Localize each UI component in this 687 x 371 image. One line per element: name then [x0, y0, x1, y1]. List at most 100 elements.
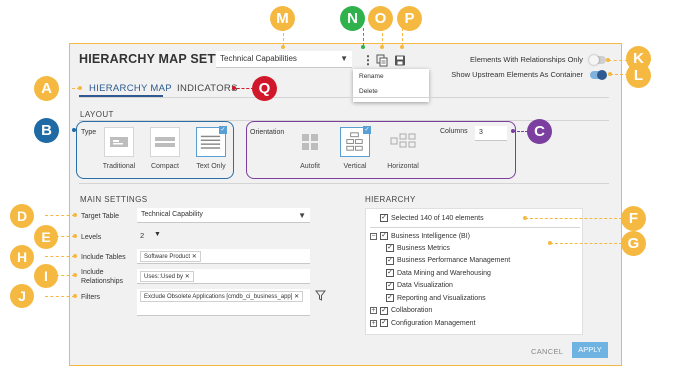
remove-chip-icon[interactable]: ✕	[192, 254, 197, 260]
tabs-divider	[79, 97, 609, 98]
node-checkbox[interactable]: ✓	[380, 319, 388, 327]
callout-anchor	[608, 72, 612, 76]
callout-connector	[550, 243, 622, 244]
include-relationships-input[interactable]: Uses::Used by ✕	[137, 269, 310, 284]
node-checkbox[interactable]: ✓	[386, 281, 394, 290]
node-checkbox[interactable]: ✓	[386, 269, 394, 277]
hierarchy-tree: ✓ Selected 140 of 140 elements − ✓ Busin…	[365, 208, 583, 335]
columns-input[interactable]: 3	[475, 126, 507, 141]
node-checkbox[interactable]: ✓	[386, 244, 394, 252]
tree-node[interactable]: ✓ Reporting and Visualizations	[386, 294, 486, 302]
tree-node[interactable]: ✓ Business Performance Management	[386, 256, 511, 265]
callout-connector	[45, 256, 75, 257]
callout-connector	[45, 215, 75, 216]
tree-node[interactable]: + ✓ Configuration Management	[370, 319, 475, 327]
levels-label: Levels	[81, 234, 102, 241]
include-relationships-label: Include Relationships	[81, 268, 133, 286]
filters-label: Filters	[81, 294, 101, 301]
tree-node[interactable]: − ✓ Business Intelligence (BI)	[370, 232, 470, 240]
config-select-value: Technical Capabilities	[220, 54, 297, 63]
callout-badge-d: D	[10, 204, 34, 228]
callout-badge-m: M	[270, 6, 295, 31]
show-upstream-label: Show Upstream Elements As Container	[451, 70, 583, 79]
tree-divider	[370, 227, 580, 228]
callout-badge-f: F	[621, 206, 646, 231]
callout-badge-e: E	[34, 225, 58, 249]
node-checkbox[interactable]: ✓	[380, 232, 388, 240]
layout-section-title: LAYOUT	[80, 110, 114, 119]
type-traditional-tile[interactable]	[104, 127, 134, 157]
node-checkbox[interactable]: ✓	[386, 294, 394, 302]
select-all-row[interactable]: ✓ Selected 140 of 140 elements	[380, 214, 484, 222]
apply-button[interactable]: APPLY	[572, 342, 608, 358]
chip-label: Software Product	[144, 254, 191, 260]
selected-check-icon: ✓	[219, 126, 227, 134]
tab-indicators[interactable]: INDICATORS	[177, 83, 238, 94]
callout-badge-j: J	[10, 284, 34, 308]
target-table-select[interactable]: Technical Capability ▼	[137, 208, 310, 223]
include-tables-input[interactable]: Software Product ✕	[137, 249, 310, 264]
orientation-autofit-tile[interactable]	[295, 127, 325, 157]
callout-anchor	[380, 45, 384, 49]
chevron-down-icon: ▼	[298, 211, 306, 220]
node-label: Reporting and Visualizations	[397, 294, 486, 302]
tree-node[interactable]: ✓ Business Metrics	[386, 244, 450, 252]
collapse-icon[interactable]: −	[370, 232, 377, 240]
callout-badge-l: L	[626, 63, 651, 88]
callout-badge-a: A	[34, 76, 59, 101]
toggle-knob	[597, 70, 607, 80]
node-label: Collaboration	[391, 307, 433, 314]
expand-icon[interactable]: +	[370, 319, 377, 327]
kebab-menu-button[interactable]: ⋮	[362, 53, 374, 67]
orientation-vertical-tile[interactable]: ✓	[340, 126, 371, 157]
filter-funnel-icon[interactable]	[315, 290, 326, 301]
target-table-value: Technical Capability	[141, 211, 203, 218]
columns-label: Columns	[440, 128, 468, 135]
autofit-grid-icon	[302, 134, 318, 150]
show-upstream-toggle[interactable]	[590, 70, 607, 80]
include-relationships-text: Include Relationships	[81, 269, 124, 285]
node-label: Business Performance Management	[397, 257, 511, 264]
type-text-only-tile[interactable]: ✓	[196, 126, 227, 157]
callout-anchor	[72, 128, 76, 132]
callout-anchor	[73, 273, 77, 277]
tree-node[interactable]: ✓ Data Mining and Warehousing	[386, 269, 491, 277]
orientation-horizontal-tile[interactable]	[388, 127, 418, 157]
callout-anchor	[511, 129, 515, 133]
node-checkbox[interactable]: ✓	[380, 306, 388, 315]
callout-badge-n: N	[340, 6, 365, 31]
type-text-only-label: Text Only	[196, 163, 226, 170]
main-settings-title: MAIN SETTINGS	[80, 195, 148, 204]
levels-select[interactable]: 2 ▼	[140, 231, 166, 244]
node-checkbox[interactable]: ✓	[386, 256, 394, 265]
relationships-only-toggle[interactable]	[589, 55, 606, 65]
copy-icon[interactable]	[376, 54, 388, 67]
callout-badge-h: H	[10, 245, 34, 269]
compact-layout-icon	[155, 137, 175, 147]
expand-icon[interactable]: +	[370, 307, 377, 314]
tab-hierarchy-map[interactable]: HIERARCHY MAP	[89, 83, 172, 94]
callout-connector	[608, 60, 628, 61]
type-compact-tile[interactable]	[150, 127, 180, 157]
cancel-button[interactable]: CANCEL	[531, 347, 563, 356]
callout-badge-p: P	[397, 6, 422, 31]
config-select[interactable]: Technical Capabilities ▼	[216, 51, 352, 68]
callout-badge-c: C	[527, 119, 552, 144]
selected-check-icon: ✓	[363, 126, 371, 134]
orientation-horizontal-label: Horizontal	[387, 163, 419, 170]
save-icon[interactable]	[394, 54, 406, 67]
type-traditional-label: Traditional	[102, 163, 136, 170]
filters-input[interactable]: Exclude Obsolete Applications [cmdb_ci_b…	[137, 289, 310, 316]
remove-chip-icon[interactable]: ✕	[294, 294, 299, 300]
callout-anchor	[281, 45, 285, 49]
tree-node[interactable]: + ✓ Collaboration	[370, 306, 433, 315]
chevron-down-icon: ▼	[340, 54, 348, 63]
node-label: Business Metrics	[397, 244, 450, 252]
select-all-checkbox[interactable]: ✓	[380, 214, 388, 222]
callout-badge-o: O	[368, 6, 393, 31]
type-compact-label: Compact	[150, 163, 179, 170]
remove-chip-icon[interactable]: ✕	[185, 274, 190, 280]
tree-node[interactable]: ✓ Data Visualization	[386, 281, 453, 290]
node-label: Data Visualization	[397, 282, 453, 289]
menu-item-rename[interactable]: Rename	[353, 69, 429, 84]
